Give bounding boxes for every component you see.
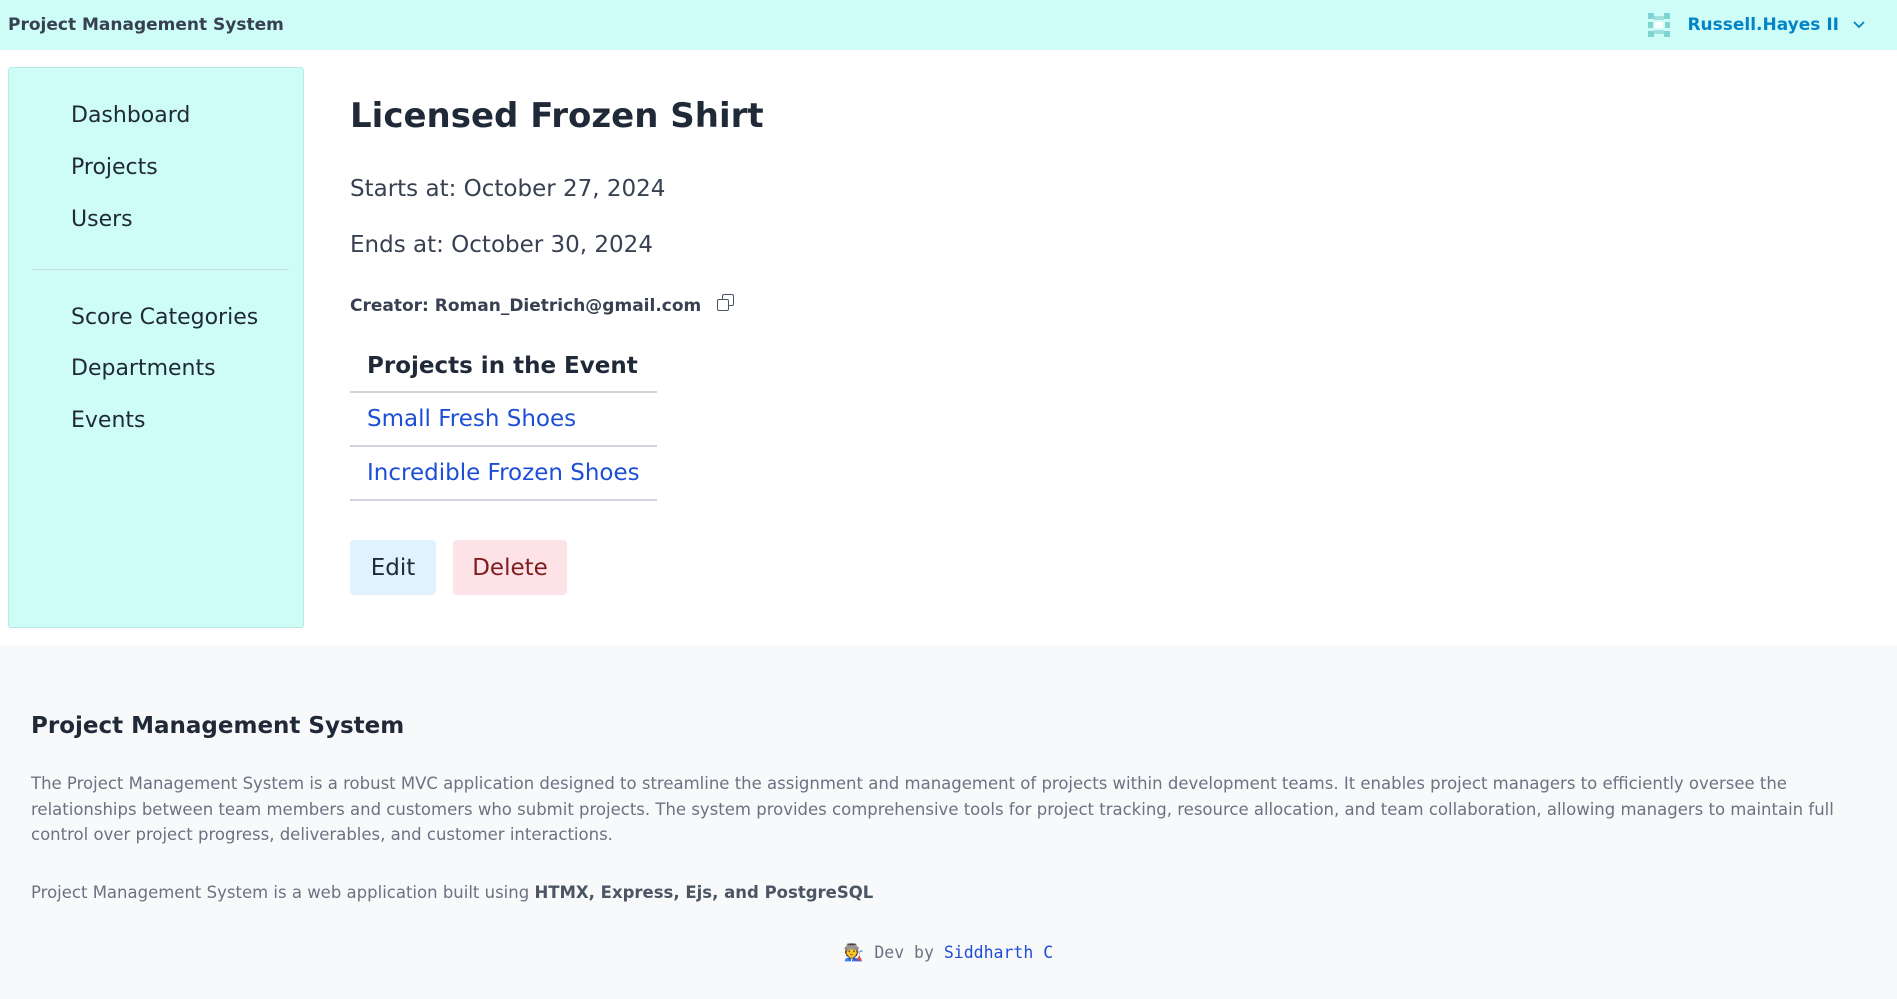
footer: Project Management System The Project Ma… <box>0 645 1897 999</box>
dev-credit: 🧑‍🏭 Dev by Siddharth C <box>0 943 1897 963</box>
event-end-date: Ends at: October 30, 2024 <box>350 232 653 258</box>
pixel-avatar-icon <box>1645 11 1674 39</box>
user-name[interactable]: Russell.Hayes II <box>1687 15 1839 35</box>
footer-tech-stack: Project Management System is a web appli… <box>31 883 873 902</box>
edit-button[interactable]: Edit <box>350 540 436 595</box>
dev-text: Dev by <box>864 943 944 962</box>
sidebar-item-projects[interactable]: Projects <box>71 155 158 180</box>
project-link-small-fresh-shoes[interactable]: Small Fresh Shoes <box>367 406 576 432</box>
delete-button[interactable]: Delete <box>453 540 567 595</box>
table-row: Small Fresh Shoes <box>350 392 657 447</box>
sidebar-item-score-categories[interactable]: Score Categories <box>71 305 258 330</box>
footer-description: The Project Management System is a robus… <box>31 774 1834 844</box>
sidebar-item-departments[interactable]: Departments <box>71 356 216 381</box>
sidebar-item-events[interactable]: Events <box>71 408 146 433</box>
page-title: Licensed Frozen Shirt <box>350 96 764 136</box>
chevron-down-icon[interactable] <box>1853 21 1865 29</box>
sidebar-item-users[interactable]: Users <box>71 207 133 232</box>
event-detail: Licensed Frozen Shirt Starts at: October… <box>350 0 1450 645</box>
copy-icon[interactable] <box>717 294 735 312</box>
tech-list: HTMX, Express, Ejs, and PostgreSQL <box>534 883 874 902</box>
sidebar-divider <box>33 269 289 270</box>
dev-name-link[interactable]: Siddharth C <box>944 943 1053 962</box>
footer-title: Project Management System <box>31 713 405 739</box>
event-projects-table: Projects in the Event Small Fresh Shoes … <box>350 343 657 501</box>
sidebar: Dashboard Projects Users Score Categorie… <box>8 67 304 628</box>
creator-email: Creator: Roman_Dietrich@gmail.com <box>350 296 702 316</box>
projects-table-header: Projects in the Event <box>350 343 657 393</box>
worker-emoji-icon: 🧑‍🏭 <box>843 943 865 962</box>
user-menu[interactable]: Russell.Hayes II <box>1645 11 1865 39</box>
app-title[interactable]: Project Management System <box>8 15 284 35</box>
event-start-date: Starts at: October 27, 2024 <box>350 176 666 202</box>
table-row: Incredible Frozen Shoes <box>350 446 657 501</box>
tech-prefix: Project Management System is a web appli… <box>31 883 535 902</box>
event-creator: Creator: Roman_Dietrich@gmail.com <box>350 294 735 316</box>
sidebar-item-dashboard[interactable]: Dashboard <box>71 103 190 128</box>
project-link-incredible-frozen-shoes[interactable]: Incredible Frozen Shoes <box>367 460 640 486</box>
